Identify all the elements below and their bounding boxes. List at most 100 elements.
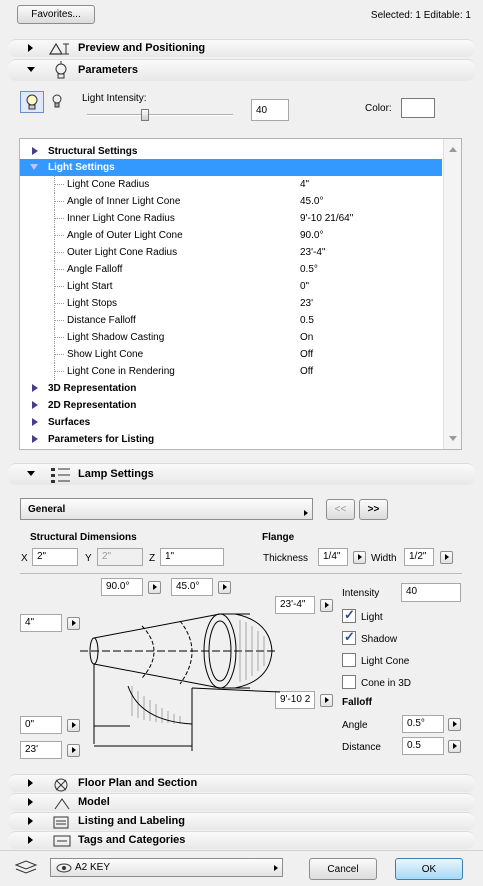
light-stop-input[interactable]: 23': [20, 741, 62, 759]
tree-row[interactable]: Angle of Inner Light Cone 45.0°: [20, 193, 442, 210]
parameters-section-header[interactable]: Parameters: [8, 59, 475, 81]
scroll-up-icon[interactable]: [449, 147, 457, 152]
light-cone-checkbox[interactable]: [342, 653, 356, 667]
page-select[interactable]: General: [20, 498, 313, 520]
tree-group-parameters-listing[interactable]: Parameters for Listing: [20, 431, 442, 448]
prev-page-button[interactable]: <<: [326, 499, 355, 520]
y-label: Y: [85, 553, 92, 564]
preview-section-header[interactable]: Preview and Positioning: [8, 39, 475, 57]
tree-row[interactable]: Distance Falloff 0.5: [20, 312, 442, 329]
tree-row-name: Light Cone Radius: [67, 179, 150, 190]
outer-radius-arrow-button[interactable]: [320, 599, 333, 612]
falloff-distance-label: Distance: [342, 742, 381, 753]
falloff-angle-label: Angle: [342, 720, 368, 731]
lamp-settings-section-header[interactable]: Lamp Settings: [8, 463, 475, 485]
tree-row-value[interactable]: 23'-4": [300, 247, 325, 258]
tree-row[interactable]: Outer Light Cone Radius 23'-4": [20, 244, 442, 261]
inner-radius-arrow-button[interactable]: [320, 694, 333, 707]
intensity-input[interactable]: 40: [401, 583, 461, 602]
tree-group-light-settings[interactable]: Light Settings: [20, 159, 442, 176]
tree-row[interactable]: Light Start 0": [20, 278, 442, 295]
tree-group-surfaces[interactable]: Surfaces: [20, 414, 442, 431]
light-checkbox[interactable]: [342, 607, 356, 623]
tree-connector: [54, 252, 64, 253]
inner-angle-arrow-button[interactable]: [218, 581, 231, 594]
tree-scrollbar[interactable]: [443, 139, 461, 449]
thickness-input[interactable]: 1/4": [318, 548, 348, 566]
slider-thumb[interactable]: [141, 109, 150, 121]
flange-title: Flange: [262, 532, 295, 543]
tree-row-name: Distance Falloff: [67, 315, 136, 326]
outer-angle-input[interactable]: 90.0°: [101, 578, 143, 596]
model-section-header[interactable]: Model: [8, 793, 475, 811]
tags-section-header[interactable]: Tags and Categories: [8, 831, 475, 849]
bulb-on-icon: [26, 94, 38, 110]
falloff-angle-input[interactable]: 0.5°: [402, 715, 444, 733]
x-input[interactable]: 2": [32, 548, 78, 566]
width-label: Width: [371, 553, 397, 564]
ok-button[interactable]: OK: [395, 858, 463, 880]
listing-section-header[interactable]: Listing and Labeling: [8, 812, 475, 830]
shadow-checkbox[interactable]: [342, 629, 356, 645]
outer-angle-arrow-button[interactable]: [148, 581, 161, 594]
tree-row-value[interactable]: Off: [300, 366, 313, 377]
scroll-down-icon[interactable]: [449, 436, 457, 441]
tree-row[interactable]: Light Stops 23': [20, 295, 442, 312]
floor-plan-title: Floor Plan and Section: [78, 777, 198, 789]
light-start-input[interactable]: 0": [20, 716, 62, 734]
light-start-arrow-button[interactable]: [67, 719, 80, 732]
thickness-arrow-button[interactable]: [353, 551, 366, 564]
next-page-button[interactable]: >>: [359, 499, 388, 520]
falloff-angle-arrow-button[interactable]: [448, 718, 461, 731]
tree-row-value[interactable]: 9'-10 21/64": [300, 213, 353, 224]
tree-row[interactable]: Light Cone in Rendering Off: [20, 363, 442, 380]
cone-3d-checkbox[interactable]: [342, 675, 356, 689]
z-input[interactable]: 1": [160, 548, 224, 566]
listing-title: Listing and Labeling: [78, 815, 185, 827]
cone-radius-input[interactable]: 4": [20, 614, 62, 632]
tree-row[interactable]: Show Light Cone Off: [20, 346, 442, 363]
color-swatch[interactable]: [401, 98, 435, 118]
light-intensity-slider[interactable]: [87, 108, 233, 122]
tree-row-value[interactable]: 90.0°: [300, 230, 323, 241]
outer-radius-input[interactable]: 23'-4": [275, 596, 315, 614]
tree-group-structural[interactable]: Structural Settings: [20, 143, 442, 160]
cone-radius-arrow-button[interactable]: [67, 617, 80, 630]
tree-row[interactable]: Angle Falloff 0.5°: [20, 261, 442, 278]
inner-angle-input[interactable]: 45.0°: [171, 578, 213, 596]
cancel-button[interactable]: Cancel: [309, 858, 377, 880]
tree-row-value[interactable]: 45.0°: [300, 196, 323, 207]
layer-select[interactable]: A2 KEY: [50, 858, 283, 877]
expand-arrow-icon: [32, 401, 38, 409]
expand-arrow-icon: [28, 817, 33, 825]
light-intensity-input[interactable]: 40: [251, 99, 289, 121]
tree-group-3d-representation[interactable]: 3D Representation: [20, 380, 442, 397]
tree-row-value[interactable]: 23': [300, 298, 313, 309]
favorites-button[interactable]: Favorites...: [17, 5, 95, 24]
tree-row-value[interactable]: 4": [300, 179, 309, 190]
width-input[interactable]: 1/2": [404, 548, 434, 566]
tree-row[interactable]: Angle of Outer Light Cone 90.0°: [20, 227, 442, 244]
width-arrow-button[interactable]: [440, 551, 453, 564]
inner-radius-input[interactable]: 9'-10 2: [275, 691, 315, 709]
tree-row[interactable]: Inner Light Cone Radius 9'-10 21/64": [20, 210, 442, 227]
falloff-distance-input[interactable]: 0.5: [402, 737, 444, 755]
tree-row[interactable]: Light Cone Radius 4": [20, 176, 442, 193]
tree-row[interactable]: Light Shadow Casting On: [20, 329, 442, 346]
tree-row-value[interactable]: 0.5°: [300, 264, 318, 275]
light-on-toggle[interactable]: [20, 91, 44, 113]
thickness-label: Thickness: [263, 553, 309, 564]
tree-row-value[interactable]: 0.5: [300, 315, 314, 326]
tree-row-value[interactable]: 0": [300, 281, 309, 292]
tree-row-value[interactable]: On: [300, 332, 313, 343]
tree-group-2d-representation[interactable]: 2D Representation: [20, 397, 442, 414]
floor-plan-section-header[interactable]: Floor Plan and Section: [8, 774, 475, 792]
light-stop-arrow-button[interactable]: [67, 744, 80, 757]
layers-icon: [14, 860, 38, 874]
tree-row-value[interactable]: Off: [300, 349, 313, 360]
tree-connector: [54, 201, 64, 202]
structural-dimensions-title: Structural Dimensions: [30, 532, 137, 543]
falloff-distance-arrow-button[interactable]: [448, 740, 461, 753]
bulb-off-icon[interactable]: [49, 93, 65, 111]
parameter-tree[interactable]: Structural Settings Light Settings Light…: [19, 138, 462, 450]
